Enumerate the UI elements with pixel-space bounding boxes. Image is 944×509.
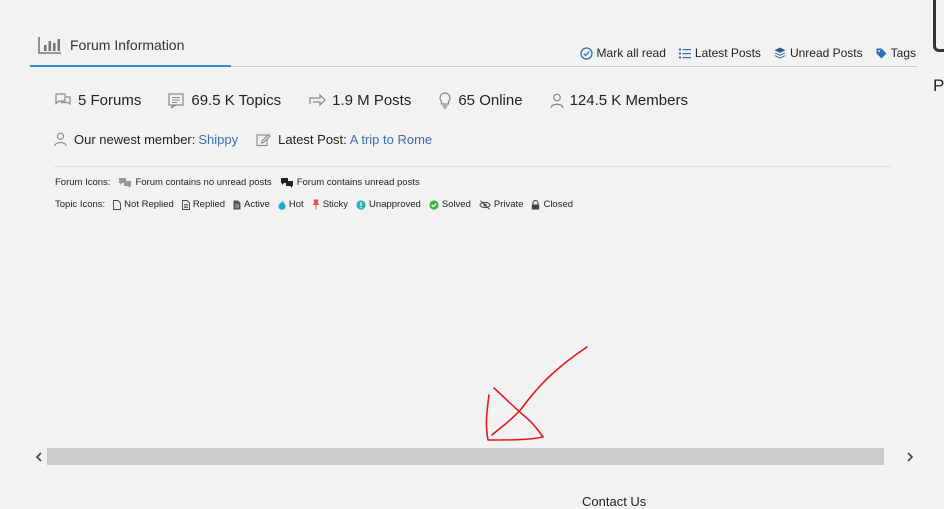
- chevron-left-icon: [35, 451, 42, 462]
- scroll-left-button[interactable]: [31, 448, 45, 465]
- scroll-right-button[interactable]: [903, 448, 917, 465]
- contact-us-link[interactable]: Contact Us: [582, 494, 646, 509]
- chevron-right-icon: [906, 451, 914, 462]
- horizontal-scrollbar-thumb[interactable]: [47, 448, 884, 465]
- clipped-panel-edge: [933, 0, 944, 52]
- annotation-arrow: [485, 346, 588, 441]
- clipped-edge-text: P: [933, 76, 944, 95]
